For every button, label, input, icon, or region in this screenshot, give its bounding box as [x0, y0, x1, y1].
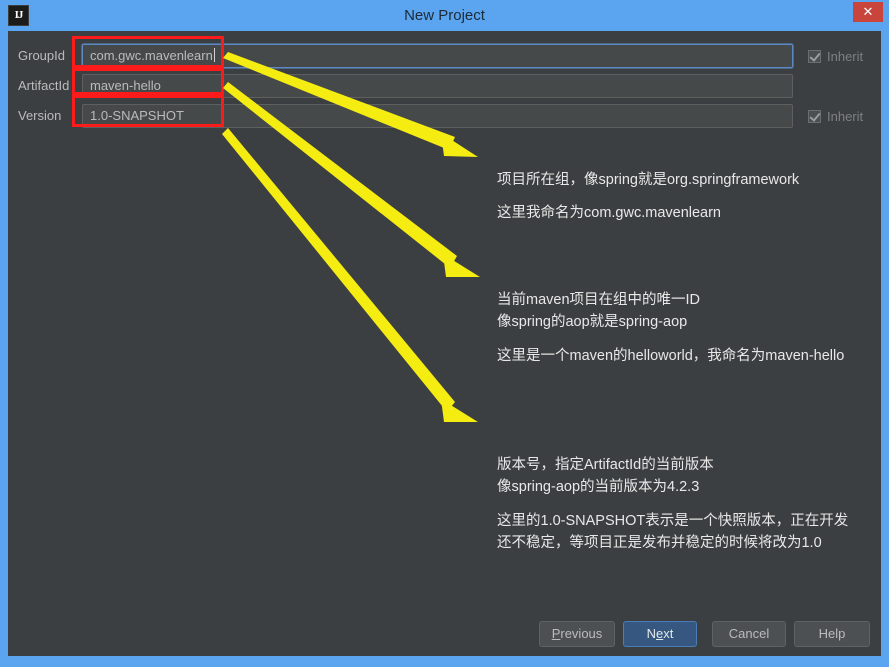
dialog-body: GroupId com.gwc.mavenlearn Inherit Artif… — [8, 31, 881, 656]
groupid-input[interactable]: com.gwc.mavenlearn — [82, 44, 793, 68]
next-label-rest: xt — [663, 626, 674, 641]
form-row-groupid: GroupId com.gwc.mavenlearn Inherit — [8, 41, 881, 71]
form-row-version: Version 1.0-SNAPSHOT Inherit — [8, 101, 881, 131]
artifactid-label: ArtifactId — [18, 78, 70, 93]
title-bar: IJ New Project ✕ — [0, 0, 889, 31]
annotation-artifactid-line3: 这里是一个maven的helloworld，我命名为maven-hello — [497, 347, 845, 364]
annotation-groupid-line1: 项目所在组，像spring就是org.springframework — [497, 172, 800, 188]
window-title: New Project — [404, 7, 485, 24]
new-project-dialog: IJ New Project ✕ GroupId com.gwc.mavenle… — [0, 0, 889, 667]
version-inherit-checkbox[interactable]: Inherit — [808, 106, 863, 126]
artifactid-input[interactable]: maven-hello — [82, 74, 793, 98]
annotation-artifactid: 当前maven项目在组中的唯一ID 像spring的aop就是spring-ao… — [497, 289, 844, 367]
version-label: Version — [18, 108, 62, 123]
close-icon[interactable]: ✕ — [853, 2, 883, 22]
annotation-version: 版本号，指定ArtifactId的当前版本 像spring-aop的当前版本为4… — [497, 454, 848, 555]
cancel-button[interactable]: Cancel — [712, 621, 786, 647]
groupid-inherit-checkbox[interactable]: Inherit — [808, 46, 863, 66]
previous-label-rest: revious — [560, 626, 603, 641]
checkbox-checked-icon[interactable] — [808, 109, 821, 123]
checkbox-checked-icon[interactable] — [808, 49, 821, 63]
annotation-version-line4: 还不稳定，等项目正是发布并稳定的时候将改为1.0 — [497, 535, 822, 552]
form-row-artifactid: ArtifactId maven-hello — [8, 71, 881, 101]
annotation-version-line2: 像spring-aop的当前版本为4.2.3 — [497, 479, 700, 496]
next-button[interactable]: Next — [623, 621, 697, 647]
next-label-prefix: N — [646, 626, 657, 641]
previous-button[interactable]: Previous — [539, 621, 615, 647]
annotation-version-line1: 版本号，指定ArtifactId的当前版本 — [497, 457, 714, 473]
groupid-label: GroupId — [18, 48, 65, 63]
groupid-inherit-label: Inherit — [827, 48, 864, 64]
dialog-button-bar: Previous Next Cancel Help — [8, 621, 881, 656]
annotation-groupid: 项目所在组，像spring就是org.springframework 这里我命名为… — [497, 169, 799, 225]
annotation-artifactid-line1: 当前maven项目在组中的唯一ID — [497, 292, 701, 308]
annotation-artifactid-line2: 像spring的aop就是spring-aop — [497, 314, 688, 331]
version-inherit-label: Inherit — [827, 108, 864, 124]
annotation-groupid-line2: 这里我命名为com.gwc.mavenlearn — [497, 205, 721, 222]
text-caret — [213, 48, 215, 62]
annotation-version-line3: 这里的1.0-SNAPSHOT表示是一个快照版本，正在开发 — [497, 512, 849, 529]
version-input[interactable]: 1.0-SNAPSHOT — [82, 104, 793, 128]
groupid-value: com.gwc.mavenlearn — [90, 48, 213, 63]
help-button[interactable]: Help — [794, 621, 870, 647]
